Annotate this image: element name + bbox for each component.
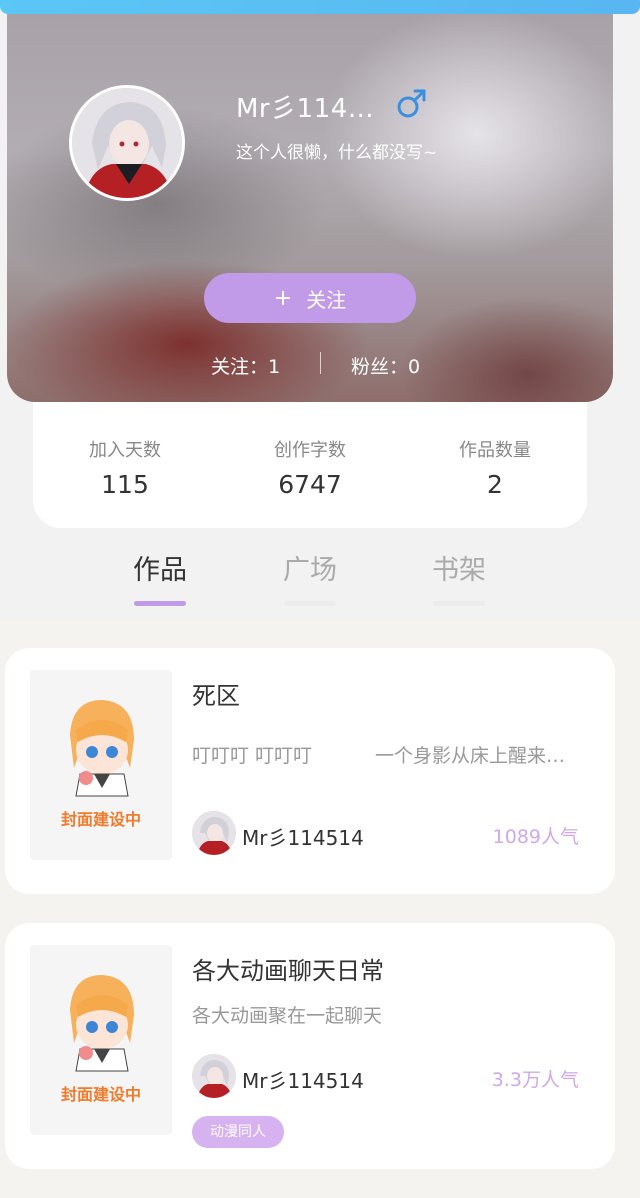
cover-placeholder-image [30, 945, 172, 1135]
cover-placeholder-text: 封面建设中 [60, 810, 141, 829]
author-name: Mr彡114514 [242, 1069, 364, 1093]
tab-indicator [134, 601, 186, 606]
tab-bookshelf[interactable]: 书架 [409, 548, 509, 606]
work-title[interactable]: 死区 [192, 676, 240, 711]
work-title[interactable]: 各大动画聊天日常 [192, 951, 384, 986]
work-cover[interactable]: 封面建设中 [30, 945, 172, 1135]
tab-label: 广场 [283, 555, 337, 586]
top-status-strip [0, 0, 640, 14]
work-description: 一个身影从床上醒来… [375, 745, 566, 767]
work-category-tag[interactable]: 动漫同人 [192, 1116, 284, 1148]
stat-word-count: 创作字数 6747 [220, 436, 400, 499]
work-popularity: 1089人气 [492, 826, 579, 848]
tab-indicator [284, 601, 336, 606]
user-bio: 这个人很懒，什么都没写~ [236, 143, 438, 163]
cover-placeholder-image [30, 670, 172, 860]
author-avatar[interactable] [192, 1054, 236, 1098]
male-icon [397, 89, 426, 118]
cover-placeholder-text: 封面建设中 [60, 1085, 141, 1104]
stats-card: 加入天数 115 创作字数 6747 作品数量 2 [33, 402, 587, 528]
tab-plaza[interactable]: 广场 [260, 548, 360, 606]
user-avatar[interactable] [69, 85, 185, 201]
tab-indicator [433, 601, 485, 606]
stat-label: 创作字数 [274, 440, 346, 461]
tab-label: 作品 [133, 555, 187, 586]
plus-icon: + [273, 285, 293, 311]
stat-works-count: 作品数量 2 [405, 436, 585, 499]
stat-divider [320, 352, 321, 374]
work-description-tag: 叮叮叮 叮叮叮 [192, 745, 313, 767]
follow-button[interactable]: + 关注 [204, 273, 416, 323]
author-avatar[interactable] [192, 811, 236, 855]
fans-count[interactable]: 粉丝：0 [351, 352, 420, 379]
tab-bar: 作品 广场 书架 [0, 548, 640, 608]
work-popularity: 3.3万人气 [491, 1069, 579, 1091]
stat-value: 115 [101, 470, 149, 499]
work-card[interactable]: 封面建设中 死区 叮叮叮 叮叮叮 一个身影从床上醒来… Mr彡114514 10… [5, 648, 615, 894]
stat-value: 2 [487, 470, 503, 499]
work-card[interactable]: 封面建设中 各大动画聊天日常 各大动画聚在一起聊天 Mr彡114514 3.3万… [5, 923, 615, 1169]
stat-label: 加入天数 [89, 440, 161, 461]
tab-label: 书架 [432, 555, 486, 586]
username: Mr彡114… [236, 94, 375, 124]
work-description: 各大动画聚在一起聊天 [192, 1005, 383, 1027]
stat-label: 作品数量 [459, 440, 531, 461]
follow-button-label: 关注 [306, 287, 347, 312]
profile-header: Mr彡114… 这个人很懒，什么都没写~ + 关注 关注：1 粉丝：0 [7, 14, 613, 402]
stat-join-days: 加入天数 115 [35, 436, 215, 499]
stat-value: 6747 [278, 470, 342, 499]
tab-works[interactable]: 作品 [110, 548, 210, 606]
following-count[interactable]: 关注：1 [211, 352, 280, 379]
work-cover[interactable]: 封面建设中 [30, 670, 172, 860]
author-name: Mr彡114514 [242, 826, 364, 850]
